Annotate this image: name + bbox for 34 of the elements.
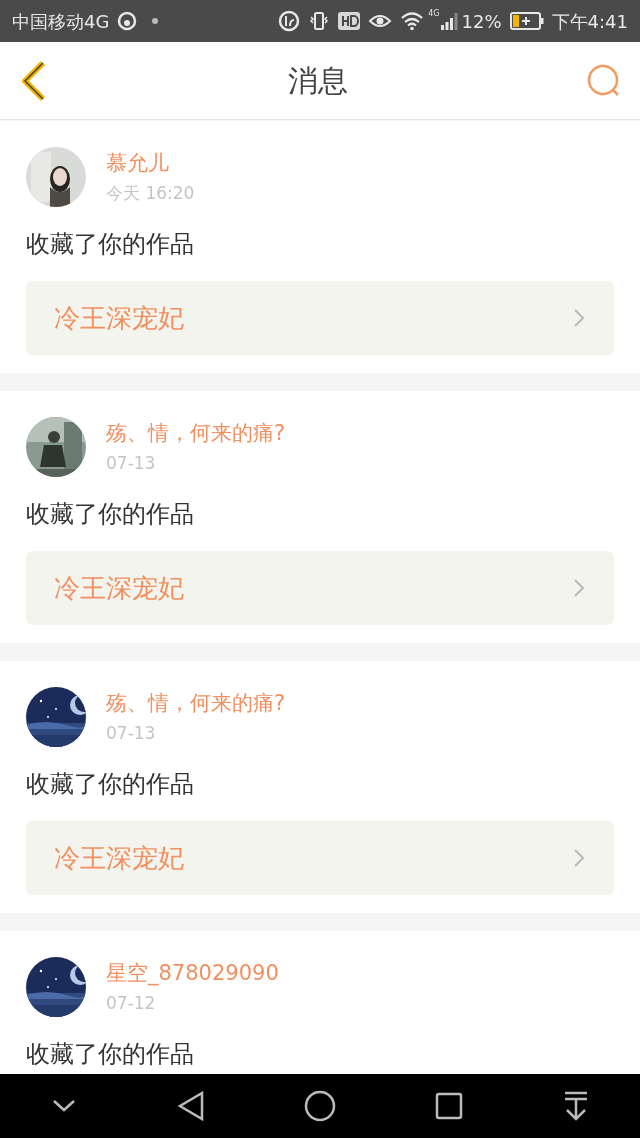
work-title: 冷王深宠妃 xyxy=(54,571,184,605)
message-text: 收藏了你的作品 xyxy=(26,769,195,799)
battery-percent: 12% xyxy=(461,9,502,34)
work-link[interactable]: 冷王深宠妃 xyxy=(26,281,614,355)
user-name[interactable]: 殇、情，何来的痛? xyxy=(106,690,286,717)
message-time: 07-13 xyxy=(106,722,157,744)
home-circle-icon[interactable] xyxy=(304,1090,336,1122)
user-name[interactable]: 慕允儿 xyxy=(106,150,195,177)
message-time: 07-13 xyxy=(106,452,157,474)
network-type: 4G xyxy=(428,8,440,20)
page-title: 消息 xyxy=(288,62,348,100)
message-text: 收藏了你的作品 xyxy=(26,229,195,259)
chevron-right-icon xyxy=(572,307,586,329)
carrier-name: 中国移动4G xyxy=(12,9,110,34)
leaf-circle-icon xyxy=(278,10,301,32)
message-text: 收藏了你的作品 xyxy=(26,499,195,529)
battery-icon xyxy=(509,12,544,30)
clock-time: 下午4:41 xyxy=(551,9,628,34)
user-name[interactable]: 殇、情，何来的痛? xyxy=(106,420,286,447)
message-time: 07-12 xyxy=(106,992,157,1014)
hd-icon xyxy=(338,11,361,31)
user-name[interactable]: 星空_878029090 xyxy=(106,960,279,987)
message-time: 今天 16:20 xyxy=(106,182,195,204)
message-text: 收藏了你的作品 xyxy=(26,1039,195,1069)
vibrate-icon xyxy=(308,10,331,32)
work-link[interactable]: 冷王深宠妃 xyxy=(26,821,614,895)
chevron-right-icon xyxy=(572,847,586,869)
work-link[interactable]: 冷王深宠妃 xyxy=(26,551,614,625)
recents-square-icon[interactable] xyxy=(433,1091,464,1121)
wifi-icon xyxy=(400,11,425,31)
work-title: 冷王深宠妃 xyxy=(54,301,184,335)
work-title: 冷王深宠妃 xyxy=(54,841,184,875)
signal-icon xyxy=(439,11,458,31)
chevron-right-icon xyxy=(572,577,586,599)
